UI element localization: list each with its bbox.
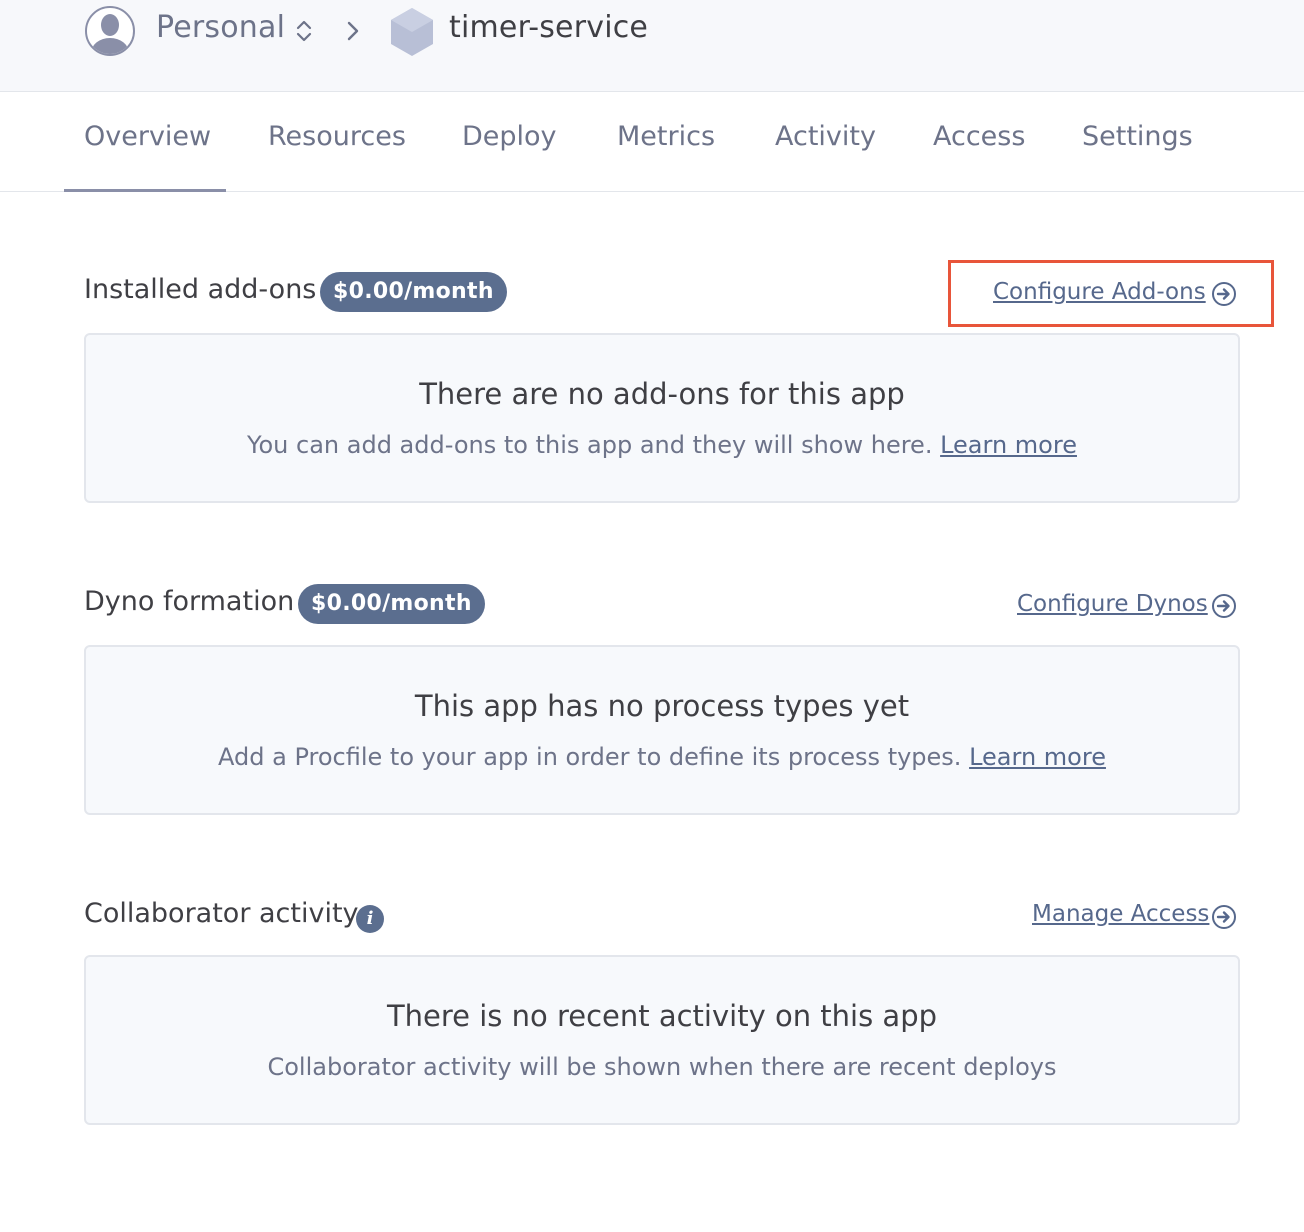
manage-access-link[interactable]: Manage Access <box>1032 901 1209 927</box>
tab-deploy[interactable]: Deploy <box>462 121 557 152</box>
dynos-learn-more-link[interactable]: Learn more <box>969 743 1106 771</box>
dynos-empty-desc: Add a Procfile to your app in order to d… <box>218 743 962 771</box>
tab-metrics[interactable]: Metrics <box>617 121 715 152</box>
tab-resources[interactable]: Resources <box>268 121 406 152</box>
app-tabs: Overview Resources Deploy Metrics Activi… <box>0 92 1304 192</box>
circle-arrow-right-icon[interactable] <box>1211 593 1237 619</box>
dynos-empty-title: This app has no process types yet <box>414 689 910 723</box>
tab-access[interactable]: Access <box>933 121 1025 152</box>
collaborators-empty-title: There is no recent activity on this app <box>386 999 938 1033</box>
dynos-empty-desc-row: Add a Procfile to your app in order to d… <box>86 743 1238 771</box>
active-tab-indicator <box>64 189 226 192</box>
breadcrumb-bar: Personal timer-service <box>0 0 1304 92</box>
configure-addons-link[interactable]: Configure Add-ons <box>993 279 1206 305</box>
collaborators-title: Collaborator activity <box>84 898 359 929</box>
addons-empty-desc-row: You can add add-ons to this app and they… <box>86 431 1238 459</box>
addons-cost-badge: $0.00/month <box>320 272 507 312</box>
hexagon-app-icon <box>391 8 433 56</box>
tab-overview[interactable]: Overview <box>84 121 211 152</box>
chevron-right-icon <box>347 21 359 41</box>
collaborators-empty-state: There is no recent activity on this app … <box>84 955 1240 1125</box>
dynos-cost-badge: $0.00/month <box>298 584 485 624</box>
info-icon[interactable]: i <box>356 905 384 933</box>
addons-title: Installed add-ons <box>84 274 317 305</box>
dynos-title: Dyno formation <box>84 586 295 617</box>
tab-settings[interactable]: Settings <box>1082 121 1193 152</box>
addons-empty-state: There are no add-ons for this app You ca… <box>84 333 1240 503</box>
addons-learn-more-link[interactable]: Learn more <box>940 431 1077 459</box>
tab-activity[interactable]: Activity <box>775 121 876 152</box>
collaborators-empty-desc: Collaborator activity will be shown when… <box>267 1053 1057 1081</box>
circle-arrow-right-icon[interactable] <box>1211 281 1237 307</box>
addons-empty-desc: You can add add-ons to this app and they… <box>247 431 933 459</box>
account-switcher-label[interactable]: Personal <box>156 10 285 45</box>
dynos-empty-state: This app has no process types yet Add a … <box>84 645 1240 815</box>
app-name[interactable]: timer-service <box>449 10 648 45</box>
addons-empty-title: There are no add-ons for this app <box>419 377 905 411</box>
user-avatar-icon[interactable] <box>85 6 135 56</box>
configure-dynos-link[interactable]: Configure Dynos <box>1017 591 1208 617</box>
circle-arrow-right-icon[interactable] <box>1211 904 1237 930</box>
updown-chevron-icon[interactable] <box>293 18 315 44</box>
